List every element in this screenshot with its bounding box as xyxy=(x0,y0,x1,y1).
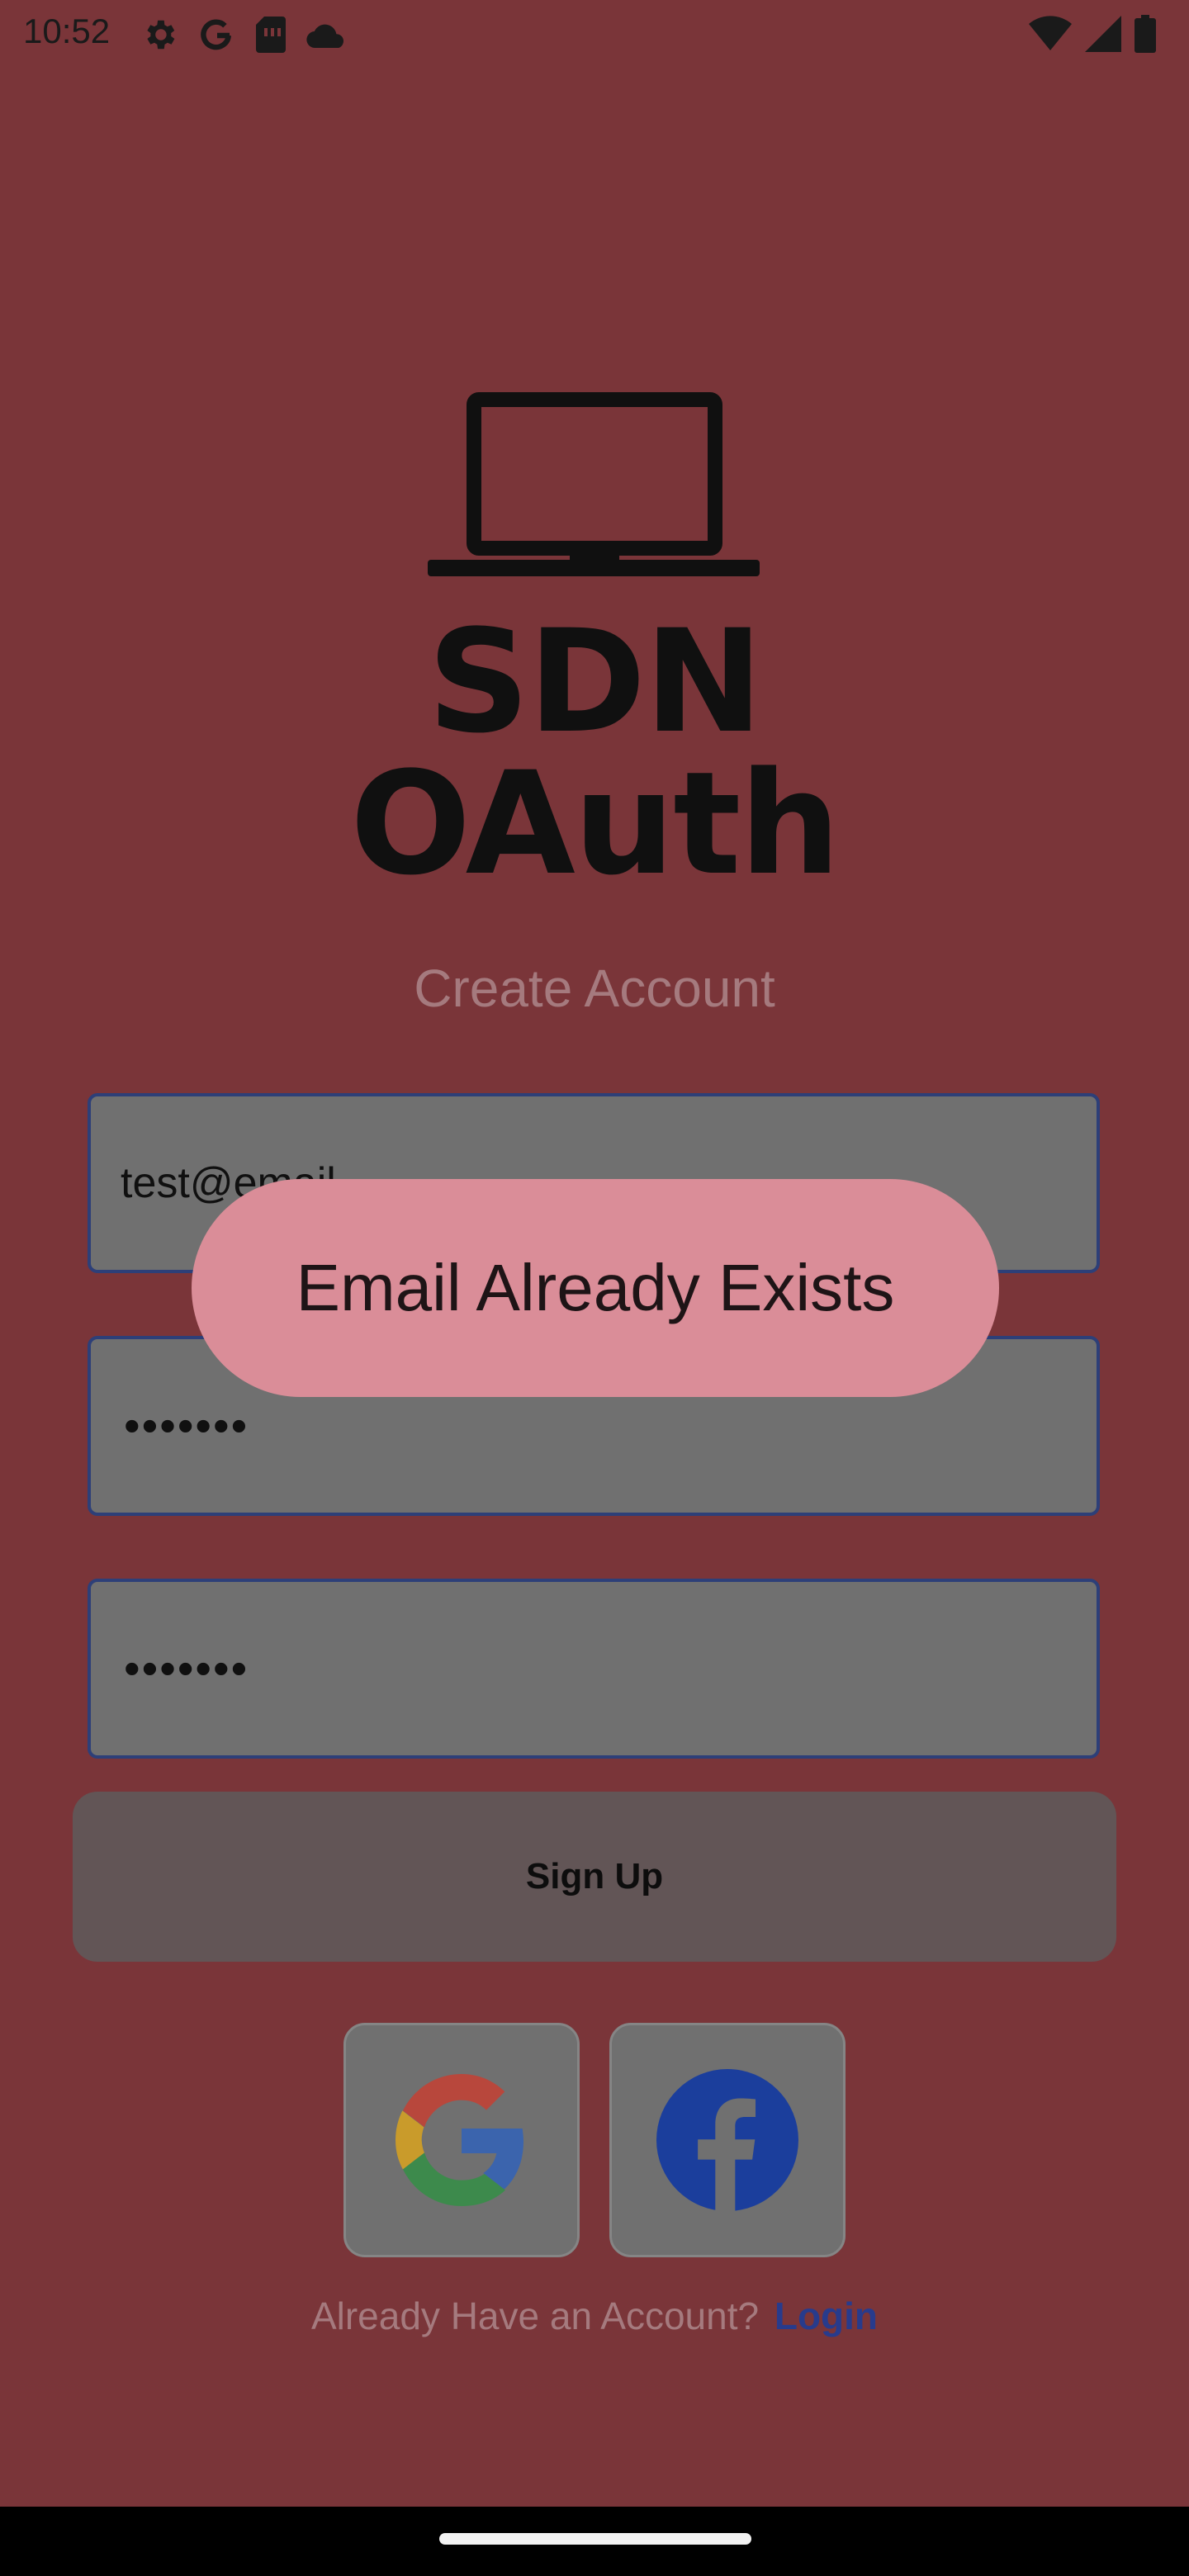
password-value: ••••••• xyxy=(124,1399,249,1451)
sim-card-icon xyxy=(256,17,286,53)
cloud-icon xyxy=(306,24,344,49)
google-logo-icon xyxy=(396,2074,523,2206)
login-link[interactable]: Login xyxy=(775,2294,878,2337)
signup-button[interactable]: Sign Up xyxy=(73,1792,1116,1962)
status-time: 10:52 xyxy=(23,12,111,50)
logo-text: SDN OAuth xyxy=(350,599,841,907)
app-logo: SDN OAuth xyxy=(165,388,1024,895)
confirm-password-value: ••••••• xyxy=(124,1642,249,1694)
cell-signal-icon xyxy=(1085,16,1121,52)
wifi-icon xyxy=(1029,16,1072,50)
navigation-bar xyxy=(0,2507,1189,2576)
laptop-icon xyxy=(428,392,760,576)
page-title: Create Account xyxy=(414,959,775,1018)
login-prompt: Already Have an Account? Login xyxy=(0,2294,1189,2338)
google-g-icon xyxy=(201,19,231,50)
status-icons-right xyxy=(1029,15,1156,53)
confirm-password-field[interactable]: ••••••• xyxy=(88,1579,1100,1759)
facebook-logo-icon xyxy=(656,2069,798,2211)
battery-icon xyxy=(1135,15,1156,53)
google-signin-button[interactable] xyxy=(343,2023,580,2257)
home-gesture-handle[interactable] xyxy=(439,2533,751,2545)
facebook-signin-button[interactable] xyxy=(609,2023,846,2257)
toast-message: Email Already Exists xyxy=(192,1179,999,1397)
toast-text: Email Already Exists xyxy=(296,1251,895,1324)
login-prompt-text: Already Have an Account? xyxy=(310,2294,760,2337)
status-icons-left xyxy=(140,15,348,54)
gear-icon xyxy=(147,20,175,50)
status-bar: 10:52 xyxy=(0,0,1189,69)
